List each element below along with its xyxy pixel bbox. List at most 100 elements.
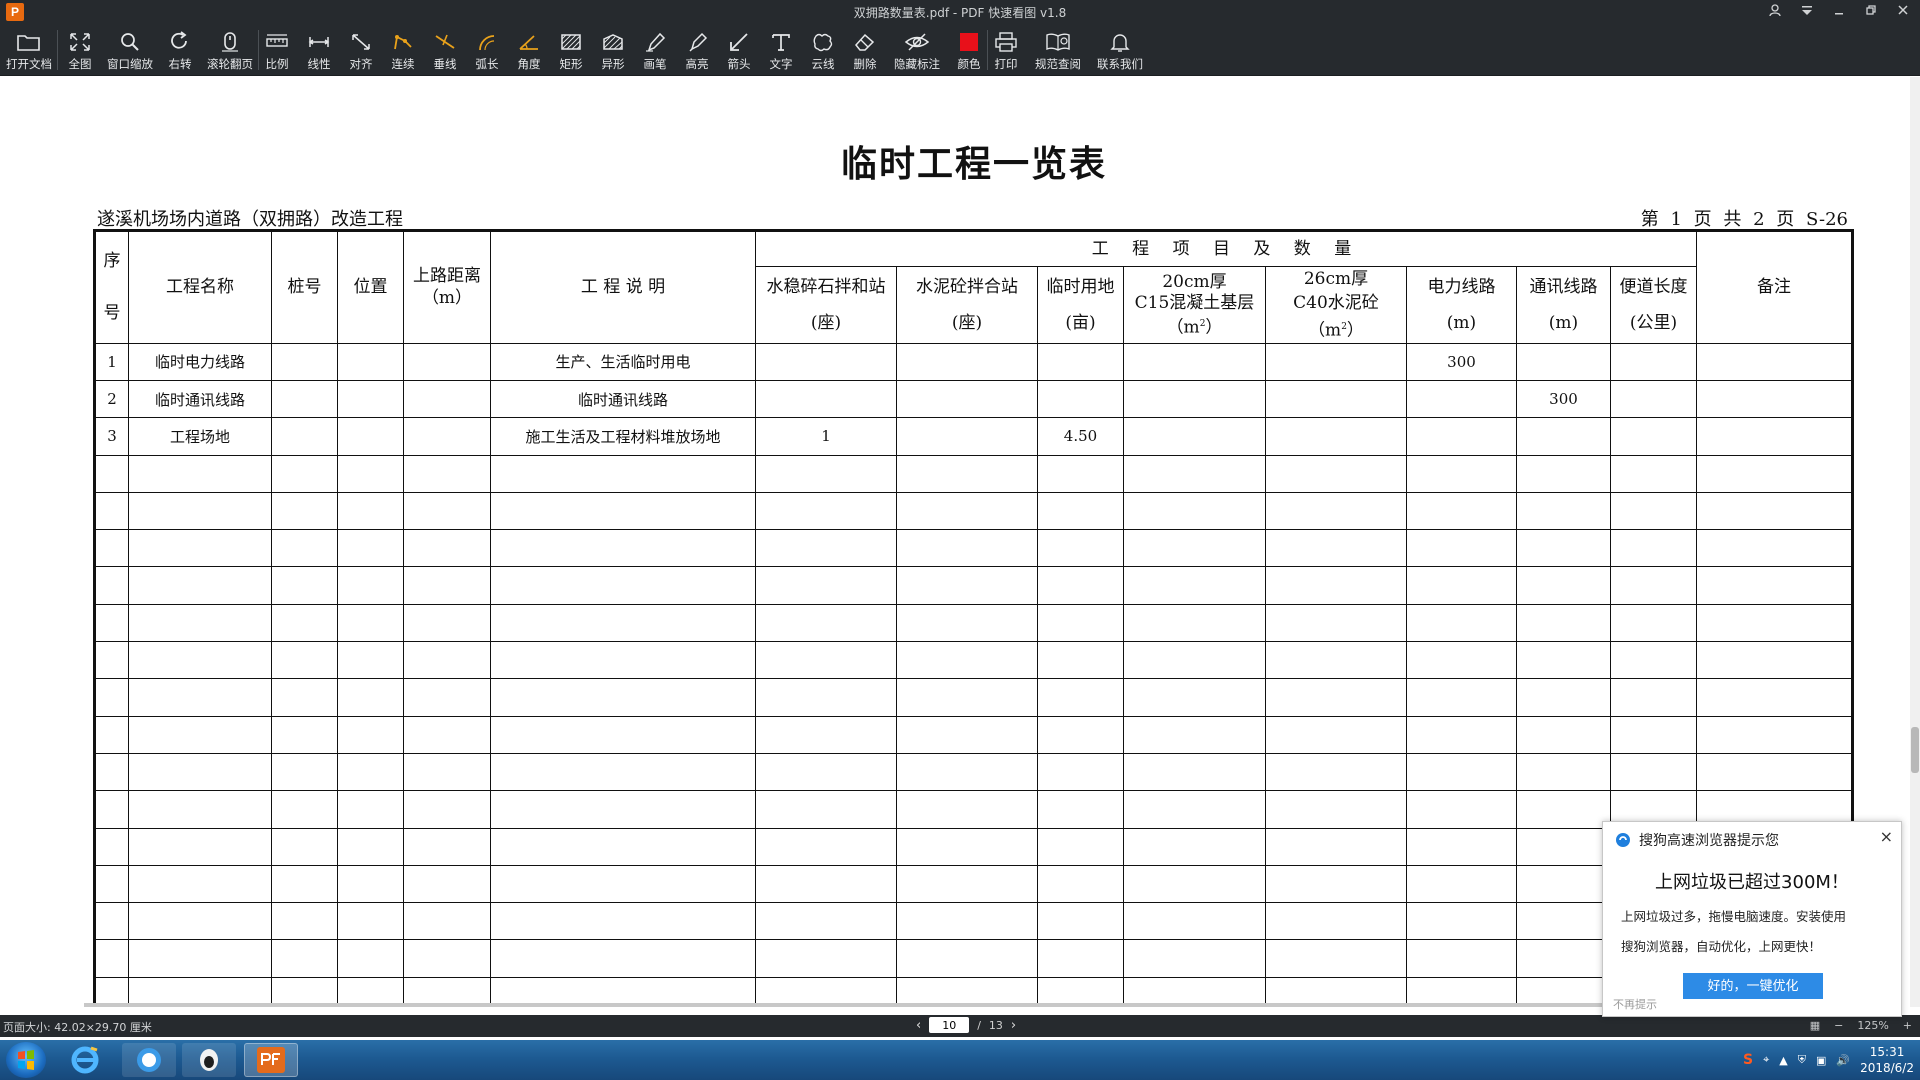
tray-expand-icon[interactable]: ▲	[1779, 1054, 1787, 1067]
hide-annotation-button[interactable]: 隐藏标注	[894, 24, 940, 76]
window-zoom-button[interactable]: 窗口缩放	[107, 24, 153, 76]
arc-length-button[interactable]: 弧长	[474, 24, 500, 76]
cell-comm	[1516, 491, 1611, 531]
scale-button[interactable]: 比例	[264, 24, 290, 76]
cell-remarks	[1696, 491, 1853, 531]
optimize-button[interactable]: 好的，一键优化	[1683, 973, 1823, 999]
table-row-empty	[94, 566, 1853, 605]
taskbar-ie-app[interactable]	[58, 1043, 112, 1077]
rectangle-button[interactable]: 矩形	[558, 24, 584, 76]
folder-icon	[16, 30, 42, 54]
header-stone-mix-station: 水稳碎石拌和站 (座)	[755, 266, 897, 344]
cell-distance	[403, 752, 491, 792]
cell-name	[128, 529, 272, 568]
cell-stone-mix	[755, 790, 897, 829]
rotate-right-button[interactable]: 右转	[167, 24, 193, 76]
popup-body: 上网垃圾过多，拖慢电脑速度。安装使用 搜狗浏览器，自动优化，上网更快！	[1621, 902, 1891, 962]
zoom-out-icon[interactable]: −	[1834, 1019, 1843, 1032]
restore-icon[interactable]	[1862, 3, 1880, 21]
no-remind-link[interactable]: 不再提示	[1613, 996, 1657, 1012]
cell-temp-land	[1037, 379, 1124, 419]
cell-access	[1610, 566, 1697, 605]
vertical-scroll-thumb[interactable]	[1911, 727, 1919, 773]
cell-position	[337, 939, 404, 978]
page-number-input[interactable]	[929, 1017, 970, 1033]
spec-lookup-button[interactable]: 规范查阅	[1035, 24, 1081, 76]
cell-name	[128, 641, 272, 680]
minimize-icon[interactable]	[1830, 3, 1848, 21]
horizontal-scrollbar[interactable]	[84, 1003, 1864, 1007]
angle-button[interactable]: 角度	[516, 24, 542, 76]
popup-close-icon[interactable]: ×	[1880, 827, 1893, 846]
cell-position	[337, 491, 404, 531]
cell-c40	[1265, 454, 1407, 493]
table-row-empty	[94, 752, 1853, 792]
cell-stake	[271, 752, 338, 792]
next-page-icon[interactable]: ›	[1011, 1018, 1016, 1033]
popup-header: 搜狗高速浏览器提示您	[1615, 830, 1779, 850]
network-icon[interactable]: ▣	[1816, 1054, 1826, 1067]
cell-seq	[94, 566, 129, 605]
cell-position	[337, 603, 404, 643]
cell-stake	[271, 641, 338, 680]
cell-distance	[403, 529, 491, 568]
mouse-wheel-icon	[217, 30, 243, 54]
align-measure-button[interactable]: 对齐	[348, 24, 374, 76]
cell-access	[1610, 491, 1697, 531]
zoom-controls: ▦ − 125% +	[1810, 1019, 1912, 1032]
sogou-input-icon[interactable]: S	[1743, 1052, 1753, 1068]
continuous-measure-button[interactable]: 连续	[390, 24, 416, 76]
taskbar-browser-app[interactable]	[122, 1043, 176, 1077]
menu-dropdown-icon[interactable]	[1798, 3, 1816, 21]
close-icon[interactable]	[1894, 3, 1912, 21]
spec-book-icon	[1045, 30, 1071, 54]
cell-power	[1406, 603, 1517, 643]
cell-description	[490, 491, 756, 531]
cell-comm	[1516, 715, 1611, 754]
open-document-button[interactable]: 打开文档	[6, 24, 52, 76]
cell-c40	[1265, 678, 1407, 717]
fit-all-button[interactable]: 全图	[67, 24, 93, 76]
table-row-empty	[94, 715, 1853, 754]
cell-distance	[403, 939, 491, 978]
zoom-in-icon[interactable]: +	[1903, 1019, 1912, 1032]
clock[interactable]: 15:31 2018/6/2	[1860, 1044, 1914, 1076]
clock-date: 2018/6/2	[1860, 1061, 1914, 1075]
header-seq-top: 序	[103, 251, 121, 272]
taskbar-qq-app[interactable]	[182, 1043, 236, 1077]
text-button[interactable]: 文字	[768, 24, 794, 76]
start-button[interactable]	[6, 1042, 46, 1078]
cell-c15	[1123, 827, 1266, 866]
print-button[interactable]: 打印	[993, 24, 1019, 76]
highlight-button[interactable]: 高亮	[684, 24, 710, 76]
keyboard-icon[interactable]: ⌖	[1763, 1053, 1769, 1067]
cell-c15	[1123, 566, 1266, 605]
security-shield-icon[interactable]: ⛨	[1798, 1053, 1806, 1067]
taskbar-pdf-app[interactable]	[244, 1043, 298, 1077]
cell-power	[1406, 827, 1517, 866]
wheel-page-button[interactable]: 滚轮翻页	[207, 24, 253, 76]
linear-measure-button[interactable]: 线性	[306, 24, 332, 76]
prev-page-icon[interactable]: ‹	[916, 1018, 921, 1033]
cell-power	[1406, 454, 1517, 493]
system-tray: S ⌖ ▲ ⛨ ▣ 🔊 15:31 2018/6/2	[1743, 1040, 1914, 1080]
volume-icon[interactable]: 🔊	[1836, 1054, 1850, 1067]
vertical-scrollbar[interactable]	[1910, 77, 1920, 1007]
pen-button[interactable]: 画笔	[642, 24, 668, 76]
contact-us-button[interactable]: 联系我们	[1097, 24, 1143, 76]
user-icon[interactable]	[1766, 3, 1784, 21]
cell-stone-mix	[755, 529, 897, 568]
perpendicular-button[interactable]: 垂线	[432, 24, 458, 76]
cell-temp-land	[1037, 790, 1124, 829]
cell-comm	[1516, 939, 1611, 978]
linear-icon	[306, 30, 332, 54]
arrow-button[interactable]: 箭头	[726, 24, 752, 76]
cell-stone-mix	[755, 342, 897, 381]
polygon-button[interactable]: 异形	[600, 24, 626, 76]
cell-c40	[1265, 790, 1407, 829]
color-button[interactable]: 颜色	[956, 24, 982, 76]
cell-remarks	[1696, 641, 1853, 680]
delete-button[interactable]: 删除	[852, 24, 878, 76]
view-mode-icon[interactable]: ▦	[1810, 1019, 1820, 1032]
cloud-line-button[interactable]: 云线	[810, 24, 836, 76]
